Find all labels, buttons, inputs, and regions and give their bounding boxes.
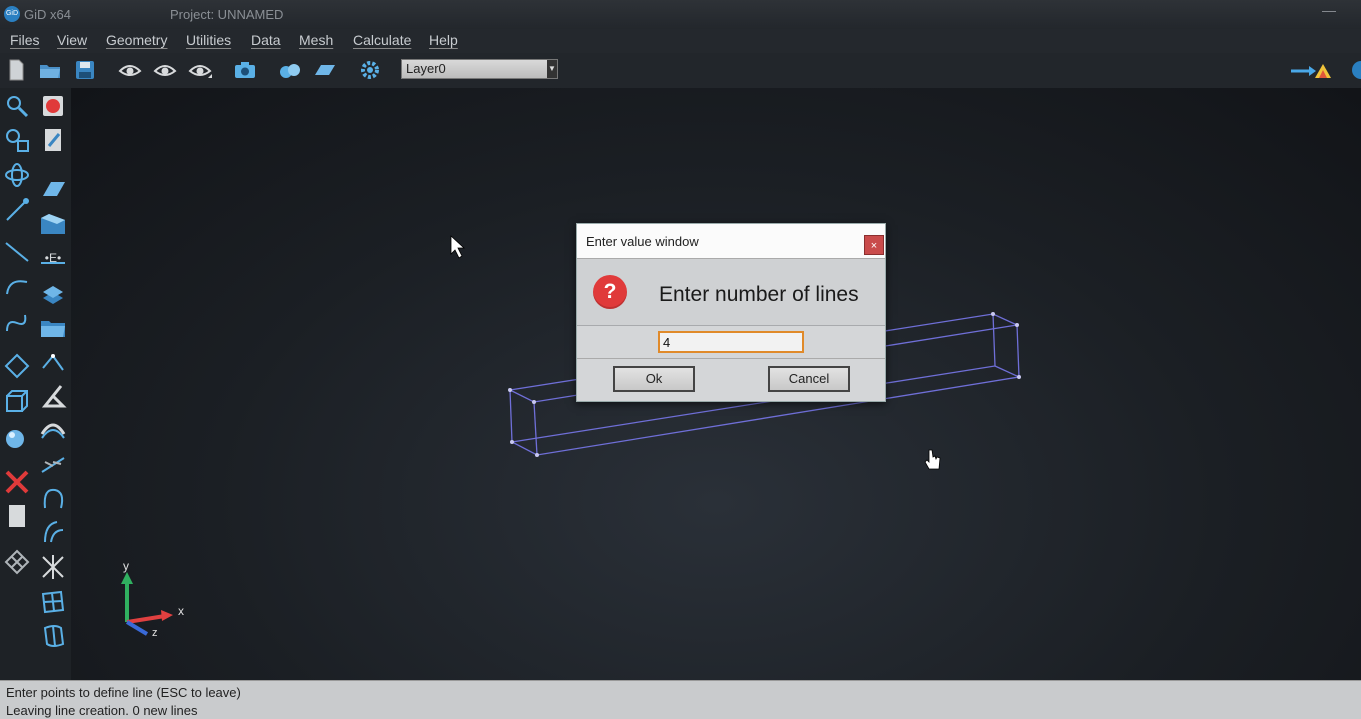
minimize-button[interactable]: — (1322, 2, 1336, 18)
menu-geometry[interactable]: Geometry (106, 32, 167, 48)
view-eye-2-icon[interactable] (153, 58, 177, 82)
axis-y-label: y (123, 559, 129, 573)
grid-icon[interactable] (39, 588, 67, 616)
divide-icon[interactable] (39, 450, 67, 478)
chevron-down-icon[interactable]: ▼ (547, 60, 557, 78)
hand-cursor-icon (924, 449, 941, 470)
zoom-in-icon[interactable] (3, 92, 31, 120)
dome-icon[interactable] (39, 416, 67, 444)
title-bar: GiD GiD x64 Project: UNNAMED — (0, 0, 1361, 30)
curve-2-icon[interactable] (39, 518, 67, 546)
main-toolbar: Layer0 ▼ (0, 53, 1361, 90)
app-name: GiD x64 (24, 7, 71, 22)
ok-button[interactable]: Ok (613, 366, 695, 392)
polyline-icon[interactable] (39, 348, 67, 376)
dialog-divider (577, 358, 885, 359)
edit-icon[interactable] (39, 126, 67, 154)
menu-calculate[interactable]: Calculate (353, 32, 411, 48)
settings-gear-icon[interactable] (358, 58, 382, 82)
dialog-title: Enter value window (586, 234, 699, 249)
pick-icon[interactable] (3, 196, 31, 224)
status-message-1: Enter points to define line (ESC to leav… (6, 685, 241, 700)
mesh-icon[interactable] (3, 548, 31, 576)
dialog-titlebar[interactable]: Enter value window × (577, 224, 885, 259)
rotate-icon[interactable] (3, 161, 31, 189)
open-folder-icon[interactable] (38, 58, 62, 82)
layer-stack-icon[interactable] (39, 278, 67, 306)
menu-utilities[interactable]: Utilities (186, 32, 231, 48)
dialog-message-area: ? Enter number of lines (577, 259, 885, 326)
line-icon[interactable] (3, 238, 31, 266)
enter-value-dialog: Enter value window × ? Enter number of l… (576, 223, 886, 402)
arrow-right-icon[interactable] (1289, 58, 1333, 82)
curve-icon[interactable] (39, 484, 67, 512)
status-message-2: Leaving line creation. 0 new lines (6, 703, 198, 718)
document-icon[interactable] (3, 502, 31, 530)
dialog-close-button[interactable]: × (864, 235, 884, 255)
intersect-icon[interactable] (39, 553, 67, 581)
cancel-button[interactable]: Cancel (768, 366, 850, 392)
axis-x-label: x (178, 604, 184, 618)
menu-files[interactable]: Files (10, 32, 40, 48)
plane-icon[interactable] (313, 58, 337, 82)
surface-tool-icon[interactable] (39, 210, 67, 238)
gid-logo-icon (1352, 61, 1361, 79)
volume-icon[interactable] (3, 388, 31, 416)
menu-data[interactable]: Data (251, 32, 281, 48)
nurbs-icon[interactable] (3, 309, 31, 337)
dialog-message: Enter number of lines (659, 283, 859, 306)
new-file-icon[interactable] (4, 58, 28, 82)
axes-triad (121, 572, 173, 636)
menu-bar: Files View Geometry Utilities Data Mesh … (0, 29, 1361, 53)
menu-mesh[interactable]: Mesh (299, 32, 333, 48)
menu-help[interactable]: Help (429, 32, 458, 48)
folder-icon[interactable] (39, 313, 67, 341)
save-icon[interactable] (73, 58, 97, 82)
triangle-icon[interactable] (39, 382, 67, 410)
axis-z-label: z (152, 627, 158, 639)
grid-2-icon[interactable] (39, 622, 67, 650)
left-toolbar: •E• (0, 88, 72, 680)
zoom-box-icon[interactable] (3, 126, 31, 154)
sphere-icon[interactable] (3, 423, 31, 451)
record-icon[interactable] (39, 92, 67, 120)
delete-icon[interactable] (3, 468, 31, 496)
surface-icon[interactable] (3, 352, 31, 380)
menu-view[interactable]: View (57, 32, 87, 48)
arc-icon[interactable] (3, 274, 31, 302)
gid-app-icon: GiD (4, 6, 20, 22)
layer-select[interactable]: Layer0 ▼ (401, 59, 558, 79)
camera-icon[interactable] (233, 58, 257, 82)
eraser-icon[interactable] (39, 174, 67, 202)
question-icon: ? (593, 275, 627, 309)
project-title: Project: UNNAMED (170, 7, 284, 22)
number-of-lines-input[interactable] (658, 331, 804, 353)
layer-select-value: Layer0 (406, 61, 446, 76)
render-icon[interactable] (278, 58, 302, 82)
arrow-cursor-icon (450, 235, 466, 259)
view-eye-3-icon[interactable] (188, 58, 212, 82)
status-bar: Enter points to define line (ESC to leav… (0, 680, 1361, 719)
entity-icon[interactable]: •E• (39, 243, 67, 271)
view-eye-icon[interactable] (118, 58, 142, 82)
